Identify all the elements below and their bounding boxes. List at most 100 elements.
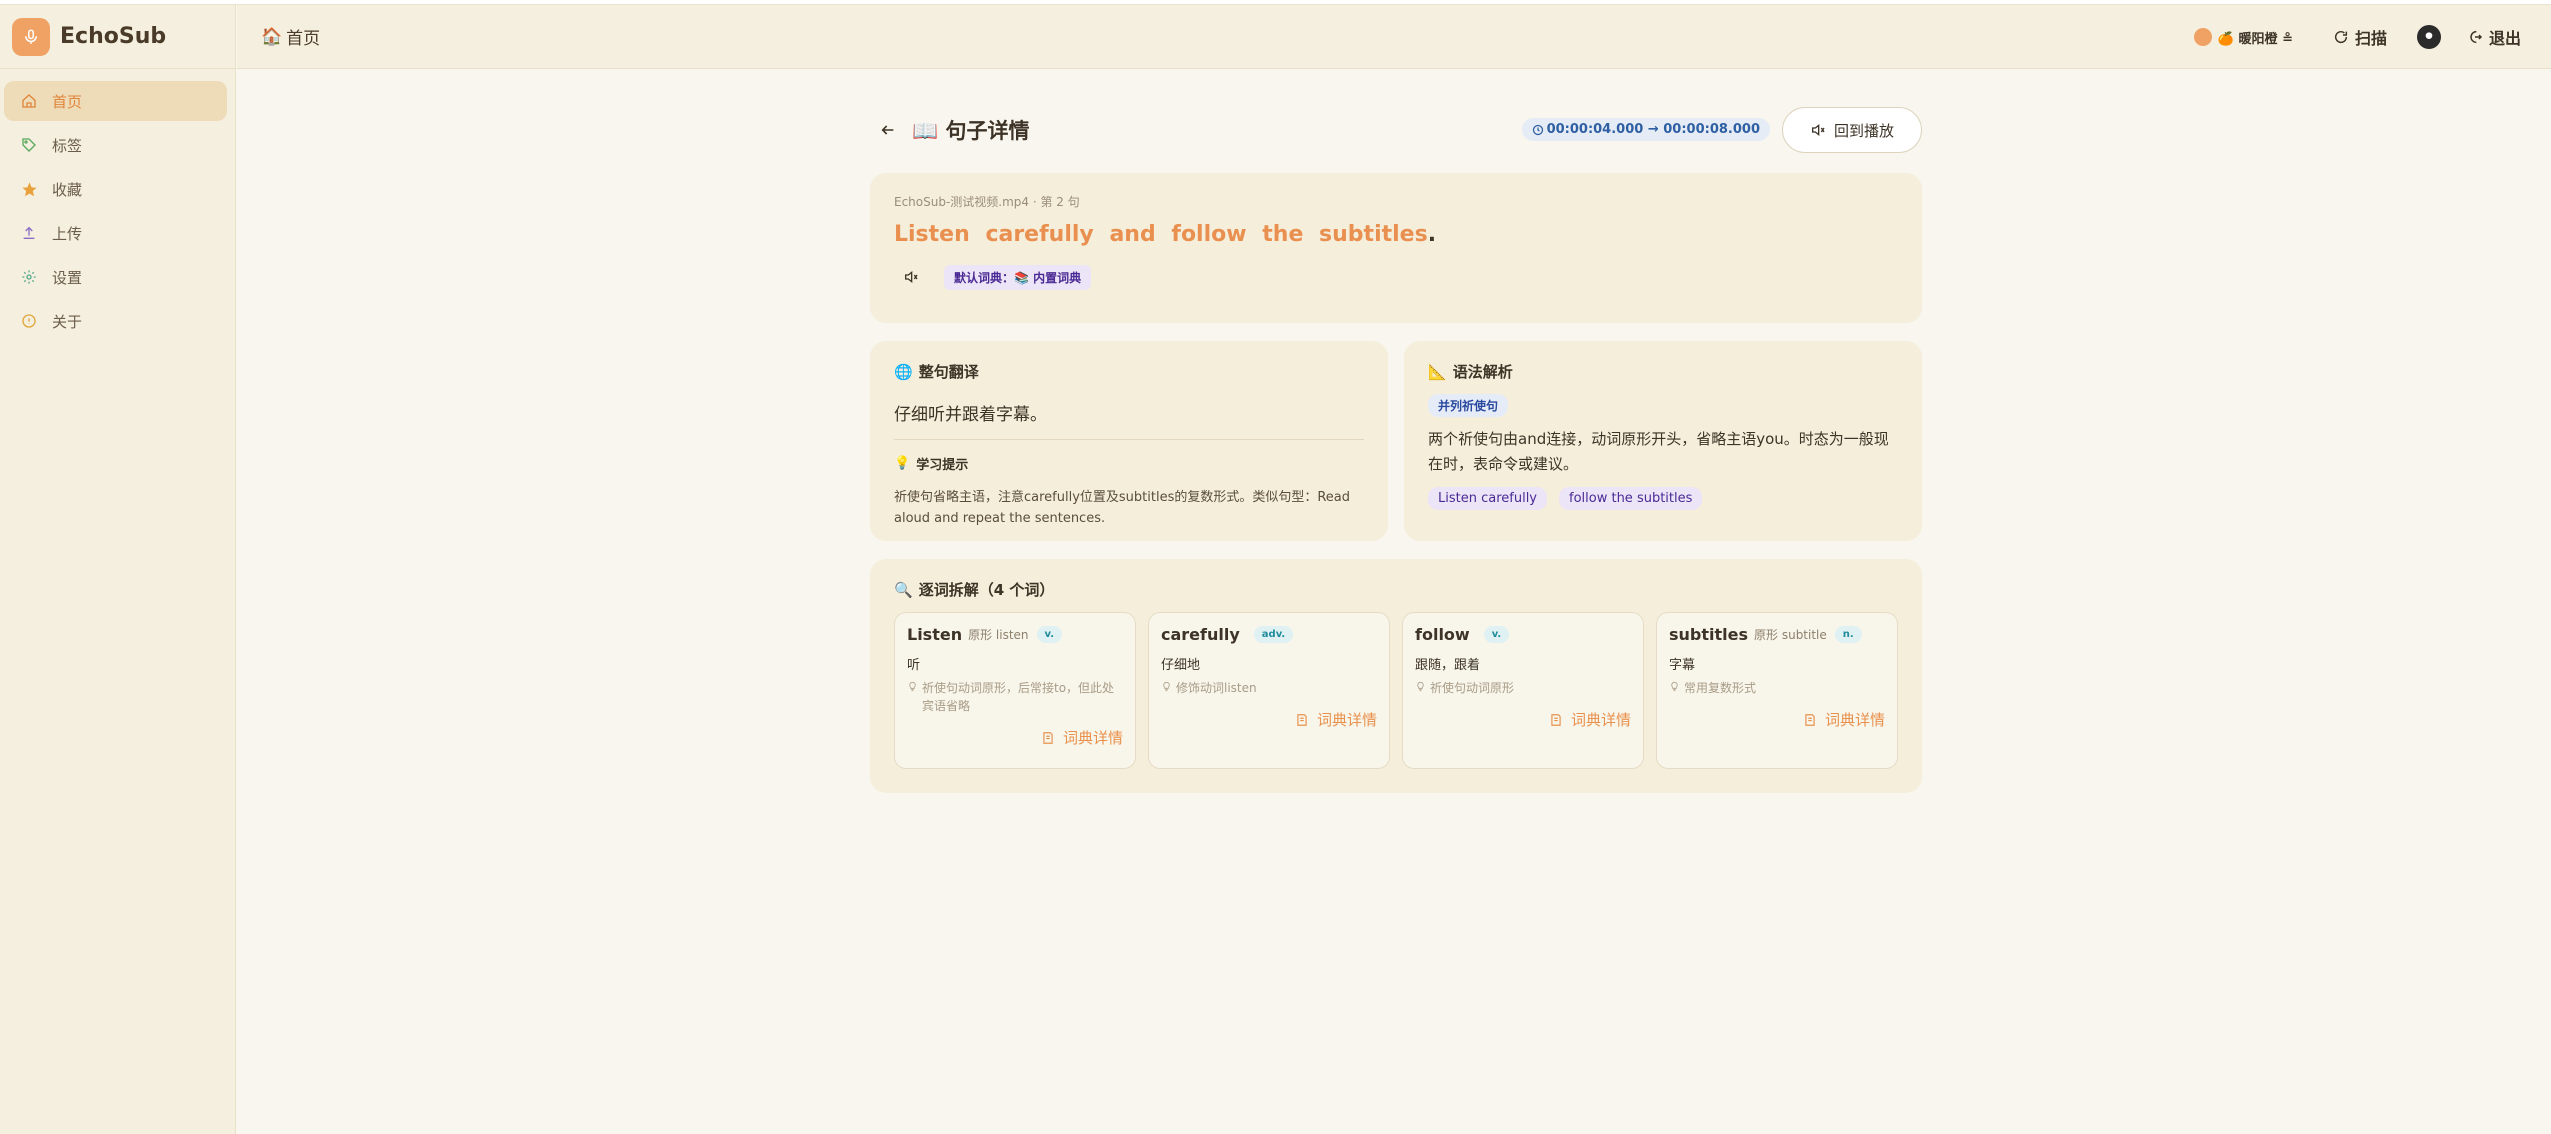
top-right-actions: 🍊 暖阳橙 ≗ 扫描 退出 [2193,5,2521,69]
sidebar-item-label: 收藏 [52,180,83,199]
word-note: 常用复数形式 [1669,679,1885,697]
lightbulb-icon: 💡 [894,456,911,471]
home-icon [18,93,40,109]
book-icon [1549,713,1563,727]
brand[interactable]: EchoSub [0,5,235,69]
analysis-row: 🌐 整句翻译 仔细听并跟着字幕。 💡 学习提示 祈使句省略主语，注意carefu… [870,341,1922,541]
sentence-punct: . [1427,222,1437,247]
sentence-word[interactable]: and [1109,222,1155,247]
sentence-word[interactable]: follow [1171,222,1246,247]
breakdown-title-text: 逐词拆解（4 个词） [918,581,1055,599]
ruler-icon: 📐 [1428,362,1447,381]
bulb-outline-icon [1161,679,1172,697]
sentence-word[interactable]: Listen [894,222,970,247]
sentence-source: EchoSub-测试视频.mp4 · 第 2 句 [894,195,1080,209]
bulb-outline-icon [1415,679,1426,697]
book-icon [1041,731,1055,745]
word-meaning: 听 [907,658,921,673]
scan-button[interactable]: 扫描 [2333,25,2387,49]
bulb-outline-icon [1669,679,1680,697]
info-icon [18,313,40,329]
tip-text: 祈使句省略主语，注意carefully位置及subtitles的复数形式。类似句… [894,490,1351,526]
grammar-chips: Listen carefully follow the subtitles [1428,487,1898,510]
sentence-word[interactable]: carefully [985,222,1093,247]
star-icon [18,181,40,198]
logout-button[interactable]: 退出 [2467,25,2521,49]
word-head: carefully adv. [1161,625,1377,644]
breakdown-title: 🔍 逐词拆解（4 个词） [894,579,1898,600]
word-meaning: 仔细地 [1161,658,1201,673]
word-breakdown-card: 🔍 逐词拆解（4 个词） Listen 原形 listen v. 听 祈使句动词… [870,559,1922,793]
word-card: subtitles 原形 subtitle n. 字幕 常用复数形式 词典详情 [1656,612,1898,769]
sidebar-item-upload[interactable]: 上传 [4,213,227,253]
sidebar-item-label: 设置 [52,268,83,287]
sidebar-item-label: 上传 [52,224,83,243]
grammar-chip[interactable]: follow the subtitles [1559,487,1703,510]
word-note-text: 修饰动词listen [1176,681,1257,695]
dictionary-detail-link[interactable]: 词典详情 [907,727,1123,748]
avatar[interactable] [2416,25,2441,49]
settings-icon [18,269,40,285]
grammar-tag: 并列祈使句 [1428,394,1509,417]
word-head: subtitles 原形 subtitle n. [1669,625,1885,644]
word-note: 祈使句动词原形，后常接to，但此处宾语省略 [907,679,1123,715]
word-text: carefully [1161,625,1240,644]
dictionary-detail-label: 词典详情 [1062,729,1123,747]
sentence-card: EchoSub-测试视频.mp4 · 第 2 句 Listen carefull… [870,173,1922,323]
dictionary-detail-link[interactable]: 词典详情 [1415,709,1631,730]
logout-label: 退出 [2488,29,2521,48]
grammar-chip[interactable]: Listen carefully [1428,487,1547,510]
globe-icon: 🌐 [894,362,913,381]
sentence-word[interactable]: the [1262,222,1303,247]
book-icon [1803,713,1817,727]
sidebar-item-tags[interactable]: 标签 [4,125,227,165]
sentence-word[interactable]: subtitles [1319,222,1428,247]
sidebar-item-label: 标签 [52,136,83,155]
breadcrumb[interactable]: 🏠 首页 [261,24,321,50]
sidebar-nav: 首页 标签 收藏 上传 设置 关于 [0,69,235,341]
scan-label: 扫描 [2354,29,2387,48]
refresh-icon [2333,29,2349,45]
word-card: Listen 原形 listen v. 听 祈使句动词原形，后常接to，但此处宾… [894,612,1136,769]
translation-title-text: 整句翻译 [918,363,979,381]
word-lemma: 原形 listen [968,628,1029,642]
replay-button[interactable]: 回到播放 [1782,107,1922,153]
dictionary-detail-link[interactable]: 词典详情 [1161,709,1377,730]
replay-label: 回到播放 [1833,121,1894,140]
word-head: follow v. [1415,625,1631,644]
dictionary-tag[interactable]: 默认词典：📚 内置词典 [944,264,1092,290]
sidebar-item-favorites[interactable]: 收藏 [4,169,227,209]
word-list: Listen 原形 listen v. 听 祈使句动词原形，后常接to，但此处宾… [894,612,1898,769]
sentence-text: Listen carefully and follow the subtitle… [894,222,1898,247]
word-lemma: 原形 subtitle [1754,628,1827,642]
sidebar-item-about[interactable]: 关于 [4,301,227,341]
house-icon: 🏠 [261,26,283,47]
word-text: subtitles [1669,625,1749,644]
back-button[interactable] [870,112,906,148]
upload-icon [18,225,40,241]
translation-text: 仔细听并跟着字幕。 [894,405,1047,425]
breadcrumb-label: 首页 [286,29,321,49]
word-meaning: 跟随，跟着 [1415,658,1481,673]
username: 🍊 暖阳橙 ≗ [2217,31,2293,47]
word-note: 祈使句动词原形 [1415,679,1631,697]
magnifier-icon: 🔍 [894,580,913,599]
time-range: 00:00:04.000 → 00:00:08.000 [1546,122,1760,137]
word-text: follow [1415,625,1470,644]
clock-icon [1532,124,1543,135]
play-sentence-button[interactable] [894,263,928,291]
sentence-tools: 默认词典：📚 内置词典 [894,263,1898,291]
sidebar-item-settings[interactable]: 设置 [4,257,227,297]
grammar-title: 📐 语法解析 [1428,361,1898,382]
main-content: 📖 句子详情 00:00:04.000 → 00:00:08.000 回到播放 … [870,105,1922,793]
user-color-dot [2193,28,2212,46]
word-note: 修饰动词listen [1161,679,1377,697]
sidebar-item-home[interactable]: 首页 [4,81,227,121]
microphone-icon [12,17,50,56]
word-meaning: 字幕 [1669,658,1696,673]
dictionary-detail-link[interactable]: 词典详情 [1669,709,1885,730]
speaker-icon [905,270,918,284]
user-menu[interactable]: 🍊 暖阳橙 ≗ [2193,28,2293,47]
sidebar: EchoSub 首页 标签 收藏 上传 设置 关于 [0,5,236,1134]
grammar-title-text: 语法解析 [1452,363,1513,381]
